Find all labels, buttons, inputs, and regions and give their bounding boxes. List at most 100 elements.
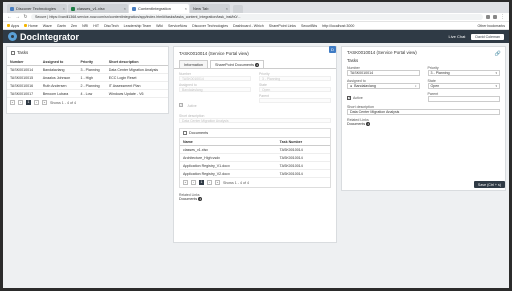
bookmark[interactable]: HIT <box>93 24 99 28</box>
bookmark[interactable]: Discover Technologies <box>192 24 228 28</box>
column-header[interactable]: Short description <box>105 58 168 66</box>
priority-field[interactable]: 3 - Planning <box>259 76 331 81</box>
detail-panel-title: TASK0010014 (Service Portal view) <box>179 51 249 56</box>
app-body: Tasks Number Assigned to Priority Short … <box>3 43 509 288</box>
tasks-panel: Tasks Number Assigned to Priority Short … <box>6 46 169 114</box>
table-row[interactable]: TASK0010015 Anaalos Johnson 1 - High ECC Lo… <box>7 73 168 82</box>
tab-information[interactable]: Information <box>179 60 208 68</box>
active-checkbox[interactable] <box>179 102 183 107</box>
assigned-to-field[interactable]: Bandalavlang <box>179 87 251 92</box>
user-menu-button[interactable]: David Coleman <box>471 33 504 40</box>
task-detail-panel: TASK0010014 (Service Portal view) Inform… <box>173 46 337 243</box>
extension-icon[interactable] <box>486 15 490 19</box>
table-row[interactable]: Architecture_High.vsdx TASK0010014 <box>180 153 330 162</box>
bookmark[interactable]: Dashboard - Which <box>233 24 264 28</box>
table-row[interactable]: classes_v1.xlsx TASK0010014 <box>180 145 330 154</box>
column-header[interactable]: Name <box>180 138 277 146</box>
sharepoint-tag-icon[interactable]: D <box>329 46 336 53</box>
bookmark[interactable]: SecuriBits <box>301 24 317 28</box>
forward-icon[interactable]: → <box>15 14 20 20</box>
browser-tab-active[interactable]: ContentIntegration × <box>129 4 189 13</box>
table-row[interactable]: TASK0010017 Benoom Lubara 4 - Low Windows U… <box>7 89 168 98</box>
favicon-icon <box>71 6 75 11</box>
active-checkbox[interactable] <box>347 95 351 100</box>
favicon-icon <box>10 6 14 11</box>
bookmark[interactable]: Home <box>24 24 38 28</box>
table-row[interactable]: Application Registry_V2.docx TASK0010014 <box>180 169 330 178</box>
column-header[interactable]: Priority <box>77 58 106 66</box>
close-icon[interactable]: × <box>226 4 228 13</box>
bookmark[interactable]: Wiki <box>156 24 163 28</box>
bookmark[interactable]: Leadership Team <box>124 24 152 28</box>
browser-tab[interactable]: Discover Technologies × <box>7 4 67 13</box>
bookmark[interactable]: Apps <box>7 24 19 28</box>
bookmark[interactable]: Zen <box>71 24 77 28</box>
document-count-badge: 4 <box>366 122 371 126</box>
screen: Discover Technologies × classes_v1.xlsx × … <box>3 2 509 288</box>
paperclip-icon[interactable]: 🔗 <box>495 51 501 57</box>
close-icon[interactable]: × <box>185 4 187 13</box>
column-header[interactable]: Assigned to <box>39 58 78 66</box>
assigned-to-input[interactable]: ● Bandalavlang × <box>347 83 420 89</box>
new-tab-button[interactable] <box>233 5 243 13</box>
bookmarks-bar: Apps Home Waze Gartn Zen NRI HIT DiscTec… <box>3 22 509 30</box>
browser-tab-strip: Discover Technologies × classes_v1.xlsx × … <box>3 2 509 13</box>
tab-sharepoint-documents[interactable]: SharePoint Documents 4 <box>210 60 265 68</box>
column-header[interactable]: Task Number <box>276 138 330 146</box>
list-icon <box>11 50 15 55</box>
next-page-button[interactable]: › <box>34 100 39 105</box>
current-page[interactable]: 1 <box>26 100 31 105</box>
documents-panel: Documents Name Task Number classes_v1.xl… <box>179 128 331 188</box>
short-description-field[interactable]: Data Center Migration Analysis <box>179 118 331 123</box>
back-icon[interactable]: ← <box>7 14 12 20</box>
bookmark-icon <box>24 24 28 27</box>
address-row: ← → ↻ Secure | https://vanili1368.servic… <box>3 13 509 22</box>
clear-icon[interactable]: × <box>415 84 417 89</box>
task-form-panel: TASK0010014 (Service Portal view) 🔗 Task… <box>341 46 506 191</box>
ghost-form: Number TASK0010014 Priority 3 - Planning A… <box>174 69 336 126</box>
prev-page-button[interactable]: ‹ <box>191 180 196 185</box>
next-page-button[interactable]: › <box>207 180 212 185</box>
browser-tab[interactable]: classes_v1.xlsx × <box>68 4 128 13</box>
table-row[interactable]: TASK0010016 Ruth Andersen 2 - Planning IT A… <box>7 81 168 90</box>
chevron-down-icon: ▾ <box>495 83 497 88</box>
document-count-badge: 4 <box>198 197 203 201</box>
url-bar[interactable]: Secure | https://vanili1368.service-now.… <box>31 14 483 20</box>
column-header[interactable]: Number <box>7 58 40 66</box>
table-row[interactable]: Application Registry_V1.docx TASK0010014 <box>180 161 330 170</box>
first-page-button[interactable]: « <box>10 100 15 105</box>
parent-field[interactable] <box>259 98 331 103</box>
table-row[interactable]: TASK0010014 Bandalavlang 3 - Planning Data … <box>7 65 168 74</box>
save-button[interactable]: Save (Ctrl + s) <box>473 181 505 188</box>
tasks-panel-title: Tasks <box>17 50 29 55</box>
current-page[interactable]: 1 <box>199 180 204 185</box>
close-icon[interactable]: × <box>124 4 126 13</box>
last-page-button[interactable]: » <box>42 100 47 105</box>
documents-table: Name Task Number classes_v1.xlsx TASK0010… <box>180 138 330 178</box>
first-page-button[interactable]: « <box>183 180 188 185</box>
pager-summary: Shows 1 - 4 of 4 <box>223 180 249 185</box>
last-page-button[interactable]: » <box>215 180 220 185</box>
extension-icon[interactable] <box>493 15 497 19</box>
bookmark[interactable]: DiscTech <box>104 24 119 28</box>
bookmark[interactable]: ServiceNow <box>168 24 187 28</box>
prev-page-button[interactable]: ‹ <box>18 100 23 105</box>
live-chat-link[interactable]: Live Chat <box>449 34 466 39</box>
browser-tab[interactable]: New Tab × <box>190 4 230 13</box>
menu-icon[interactable]: ⋮ <box>500 14 505 20</box>
other-bookmarks[interactable]: Other bookmarks <box>477 24 505 28</box>
bookmark[interactable]: NRI <box>82 24 88 28</box>
bookmark[interactable]: Gartn <box>57 24 66 28</box>
close-icon[interactable]: × <box>63 4 65 13</box>
reload-icon[interactable]: ↻ <box>23 14 28 20</box>
state-field[interactable]: Open <box>259 87 331 92</box>
bookmark[interactable]: Waze <box>43 24 52 28</box>
parent-input[interactable] <box>427 96 500 102</box>
bookmark[interactable]: SharePoint Links <box>269 24 296 28</box>
tasks-pager: « ‹ 1 › » Shows 1 - 4 of 4 <box>7 98 168 107</box>
bookmark[interactable]: http://localhost:3000 <box>322 24 354 28</box>
short-description-input[interactable]: Data Center Migration Analysis <box>347 109 500 115</box>
documents-link[interactable]: Documents 4 <box>179 197 331 201</box>
documents-link[interactable]: Documents 4 <box>347 122 500 126</box>
number-field[interactable]: TASK0010014 <box>179 76 251 81</box>
